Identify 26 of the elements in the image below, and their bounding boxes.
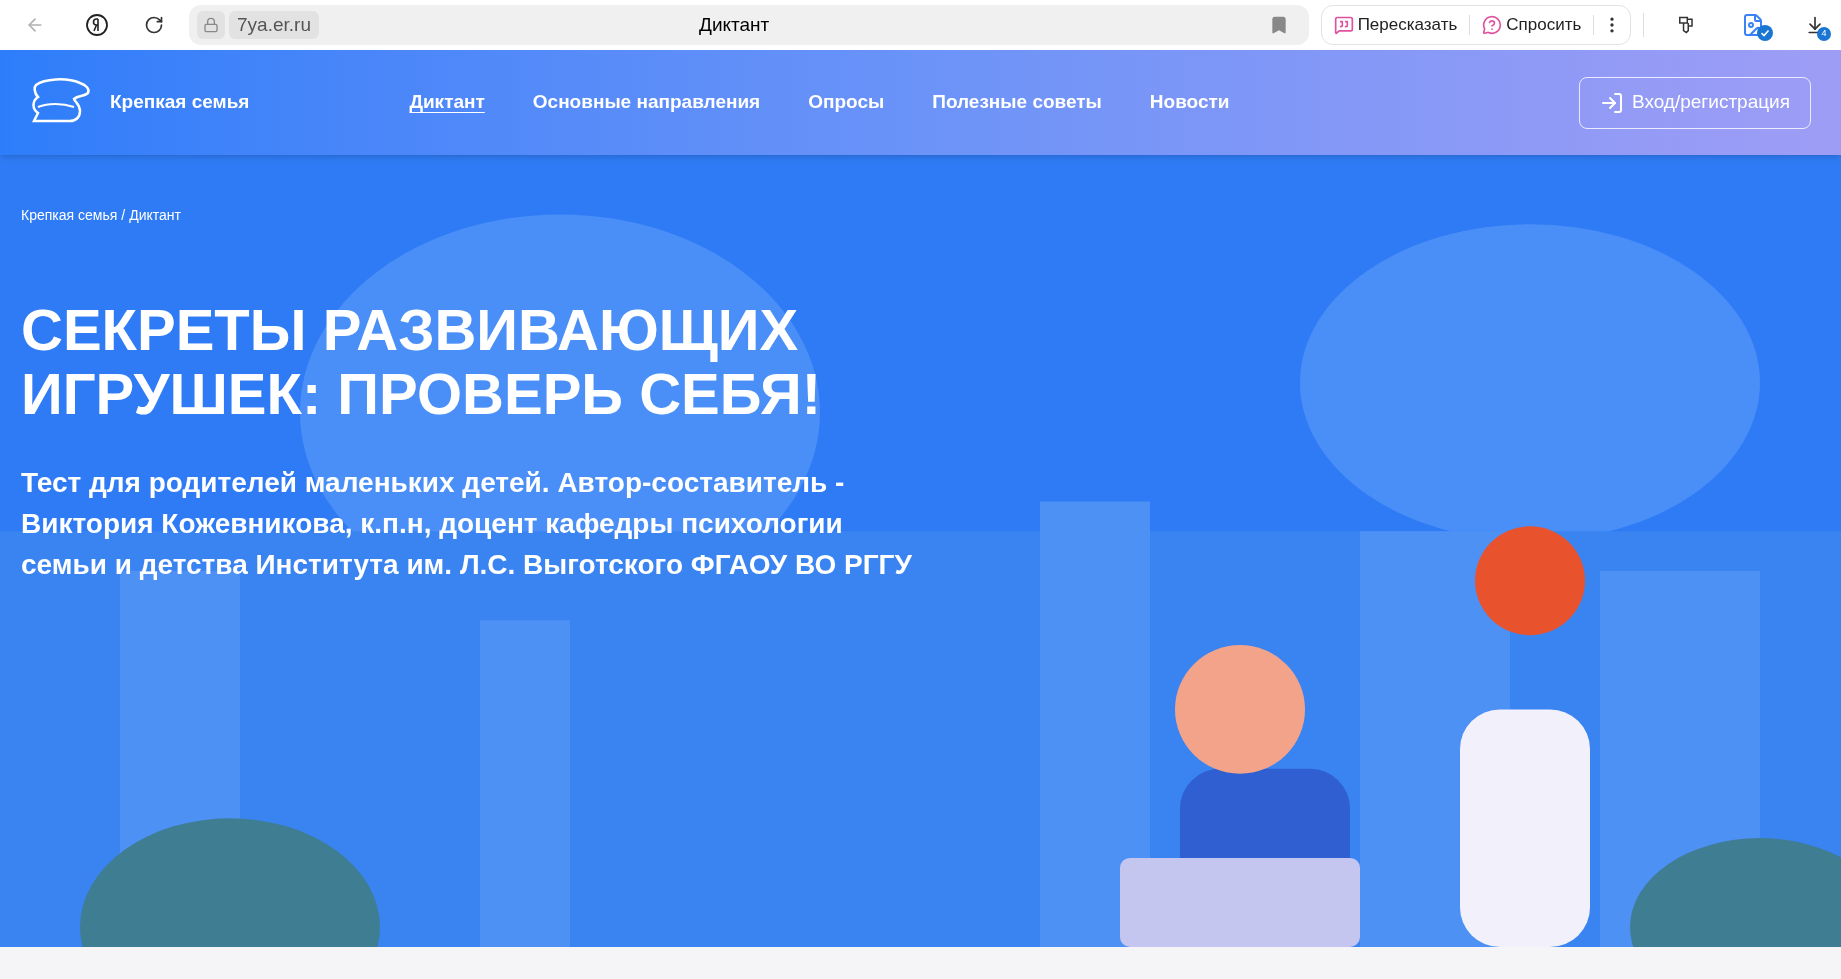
nav-link[interactable]: Новости bbox=[1149, 88, 1230, 117]
hero-subtitle: Тест для родителей маленьких детей. Автор-составитель - Виктория Кожевникова, к.п.н, доцент кафедры психологии семьи и детства Института им. Л.С. Выготского ФГАОУ ВО РГГУ bbox=[21, 466, 913, 582]
login-button[interactable]: Вход/регистрация bbox=[1578, 76, 1811, 129]
nav-link[interactable]: Опросы bbox=[808, 88, 885, 117]
image-file-icon[interactable] bbox=[1741, 13, 1765, 37]
circle-logo-icon bbox=[84, 13, 109, 37]
reload-icon bbox=[144, 15, 165, 35]
breadcrumb-link[interactable]: Крепкая семья bbox=[21, 205, 118, 226]
quote-icon bbox=[1333, 15, 1354, 35]
address-text: 7ya.er.ru bbox=[229, 11, 319, 39]
page-title: Диктант bbox=[699, 12, 770, 37]
breadcrumb-link[interactable]: Диктант bbox=[129, 205, 181, 226]
lock-icon bbox=[203, 17, 219, 33]
nav-link[interactable]: Полезные советы bbox=[932, 88, 1102, 117]
nav-link[interactable]: Диктант bbox=[409, 88, 485, 117]
question-icon bbox=[1482, 15, 1503, 35]
address-bar[interactable]: 7ya.er.ru Диктант bbox=[189, 5, 1309, 45]
assistant-button[interactable]: Пересказать bbox=[1329, 12, 1462, 38]
assistant-button[interactable]: Спросить bbox=[1478, 12, 1586, 38]
login-icon bbox=[1599, 90, 1624, 115]
nav-link[interactable]: Основные направления bbox=[532, 88, 761, 117]
hero-title: СЕКРЕТЫ РАЗВИВАЮЩИХ ИГРУШЕК: ПРОВЕРЬ СЕБЯ! bbox=[21, 298, 822, 426]
check-badge-icon bbox=[1757, 25, 1773, 41]
download-count: 4 bbox=[1817, 27, 1831, 41]
breadcrumb-separator: / bbox=[121, 206, 126, 225]
brand-name[interactable]: Крепкая семья bbox=[110, 88, 250, 117]
